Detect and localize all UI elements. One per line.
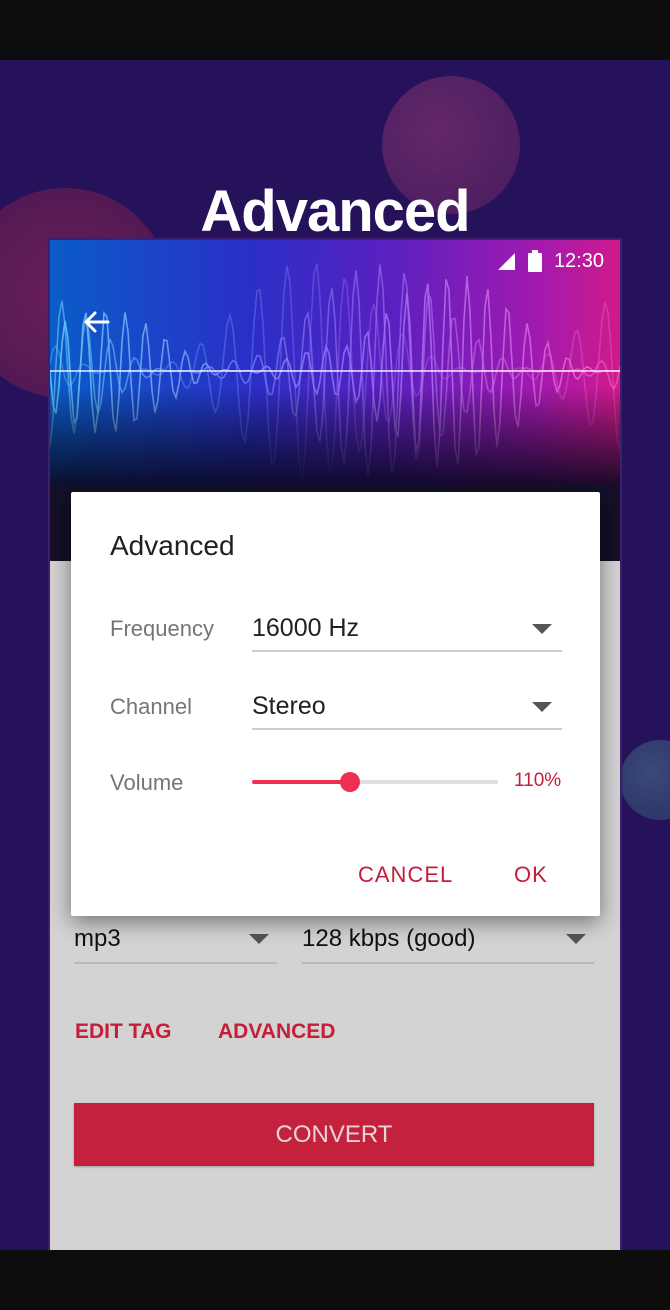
volume-label: Volume xyxy=(110,770,184,795)
bitrate-select-value: 128 kbps (good) xyxy=(302,925,476,952)
channel-label: Channel xyxy=(110,694,192,719)
chevron-down-icon xyxy=(532,624,552,634)
chevron-down-icon xyxy=(566,934,586,944)
frequency-value: 16000 Hz xyxy=(252,614,360,642)
cancel-button[interactable]: CANCEL xyxy=(358,862,453,888)
convert-button[interactable]: CONVERT xyxy=(74,1103,594,1166)
decorative-bubble xyxy=(620,740,670,820)
bitrate-select[interactable]: 128 kbps (good) xyxy=(302,916,594,964)
format-select[interactable]: mp3 xyxy=(74,916,277,964)
format-select-value: mp3 xyxy=(74,925,121,952)
volume-slider[interactable] xyxy=(252,770,498,794)
channel-value: Stereo xyxy=(252,692,326,720)
promo-title: Advanced xyxy=(200,179,470,244)
chevron-down-icon xyxy=(249,934,269,944)
signal-icon xyxy=(497,253,515,270)
device-top-bar xyxy=(0,0,670,60)
ok-button[interactable]: OK xyxy=(514,862,548,888)
slider-thumb[interactable] xyxy=(340,772,361,792)
edit-tag-button[interactable]: EDIT TAG xyxy=(75,1020,171,1044)
chevron-down-icon xyxy=(532,702,552,712)
device-bottom-bar xyxy=(0,1250,670,1310)
slider-fill xyxy=(252,780,351,784)
channel-select[interactable]: Stereo xyxy=(252,686,562,730)
frequency-label: Frequency xyxy=(110,616,214,641)
waveform-header: 12:30 xyxy=(50,240,620,485)
frequency-select[interactable]: 16000 Hz xyxy=(252,608,562,652)
advanced-button[interactable]: ADVANCED xyxy=(218,1020,335,1044)
battery-icon xyxy=(527,250,542,272)
status-time: 12:30 xyxy=(553,249,604,272)
waveform-image xyxy=(50,240,620,485)
back-arrow-icon[interactable] xyxy=(78,304,114,340)
dialog-title: Advanced xyxy=(110,530,235,561)
status-bar: 12:30 xyxy=(496,248,604,274)
volume-value: 110% xyxy=(514,770,562,791)
advanced-dialog: Advanced Frequency 16000 Hz Channel Ster… xyxy=(71,492,600,916)
